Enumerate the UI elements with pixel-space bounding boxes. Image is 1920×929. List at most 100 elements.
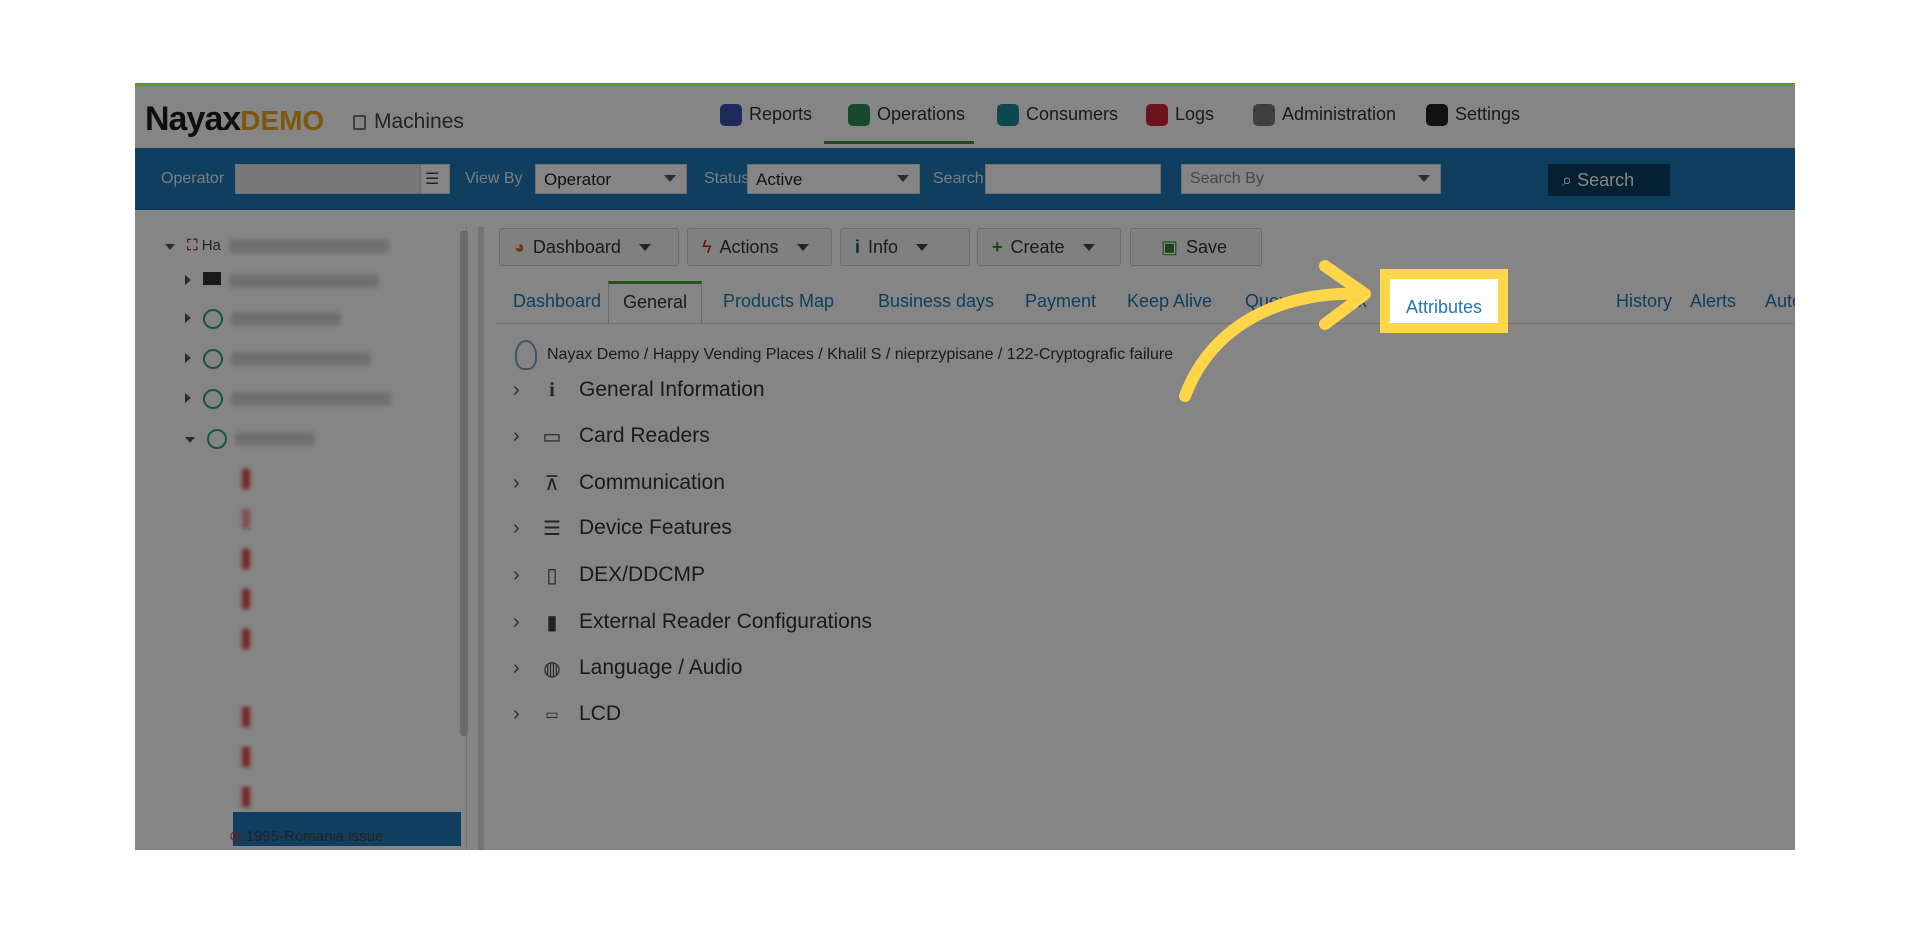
collapse-icon (165, 244, 175, 250)
general-tab-content: Nayax Demo / Happy Vending Places / Khal… (495, 323, 1795, 850)
search-input[interactable] (985, 164, 1161, 194)
section-communication[interactable]: › ⊼ Communication (513, 463, 725, 503)
operator-label: Operator (161, 170, 225, 187)
section-label: Language / Audio (579, 656, 743, 679)
actions-button-label: Actions (719, 236, 779, 257)
nayax-logo[interactable]: NayaxDEMO (145, 100, 324, 139)
search-label: Search (933, 170, 984, 187)
search-by-select[interactable]: Search By (1181, 164, 1441, 194)
machine-status-icon (242, 787, 250, 807)
section-device-features[interactable]: › ☰ Device Features (513, 508, 732, 548)
blurred-text (231, 312, 341, 326)
save-button[interactable]: ▣ Save (1130, 228, 1262, 266)
top-navigation: NayaxDEMO Machines Reports Operations Co… (135, 86, 1795, 148)
machine-status-icon (242, 509, 250, 529)
nav-logs[interactable]: Logs (1146, 104, 1214, 144)
machine-status-icon (242, 549, 250, 569)
tab-queue[interactable]: Queue (1245, 281, 1299, 323)
tab-history[interactable]: History (1616, 281, 1672, 323)
section-label: General Information (579, 378, 765, 401)
tree-item[interactable] (185, 309, 341, 333)
tree-item[interactable] (185, 389, 391, 413)
breadcrumb-text: Nayax Demo / Happy Vending Places / Khal… (547, 346, 1174, 363)
section-external-reader-configurations[interactable]: › ▮ External Reader Configurations (513, 602, 872, 642)
chevron-down-icon (1082, 243, 1095, 251)
section-label: LCD (579, 702, 622, 725)
gear-icon (1426, 104, 1448, 126)
tab-dashboard[interactable]: Dashboard (513, 281, 601, 323)
chevron-down-icon (664, 175, 676, 182)
tree-scrollbar[interactable] (460, 231, 468, 736)
nav-operations-label: Operations (877, 104, 966, 124)
search-button[interactable]: ⌕ Search (1548, 164, 1670, 196)
dashboard-button-label: Dashboard (532, 236, 621, 257)
operator-input[interactable] (235, 164, 420, 194)
alert-icon (1146, 104, 1168, 126)
save-button-label: Save (1186, 236, 1228, 257)
chevron-right-icon: › (513, 424, 520, 447)
blocked-icon: ⊘ (229, 828, 242, 845)
tree-item-label: 1995-Romania issue (245, 828, 384, 845)
lightbulb-icon (515, 340, 537, 370)
info-button[interactable]: i Info (840, 228, 970, 266)
tab-payment[interactable]: Payment (1025, 281, 1096, 323)
operator-list-button[interactable]: ☰ (420, 164, 450, 194)
info-icon: i (855, 236, 861, 257)
section-general-information[interactable]: › i General Information (513, 370, 765, 410)
blurred-text (228, 239, 389, 254)
nav-reports-label: Reports (749, 104, 813, 124)
tab-general[interactable]: General (608, 281, 703, 323)
machine-icon (353, 115, 366, 130)
nav-reports[interactable]: Reports (720, 104, 812, 144)
card-reader-icon: ▭ (542, 425, 562, 448)
section-lcd[interactable]: › ▭ LCD (513, 694, 621, 734)
sliders-icon: ☰ (543, 517, 561, 540)
antenna-icon: ⊼ (544, 472, 560, 495)
create-button[interactable]: + Create (977, 228, 1121, 266)
view-by-select[interactable]: Operator (535, 164, 687, 194)
machines-title: Machines (353, 110, 464, 134)
tree-item[interactable] (185, 429, 315, 453)
chevron-right-icon: › (513, 610, 520, 633)
expand-icon (185, 312, 191, 323)
status-label: Status (704, 170, 750, 187)
actions-button[interactable]: ϟ Actions (687, 228, 832, 266)
search-icon: ⌕ (1562, 170, 1573, 190)
lcd-icon: ▭ (545, 705, 559, 722)
tab-business-days[interactable]: Business days (878, 281, 994, 323)
collapse-icon (185, 436, 195, 443)
dashboard-button[interactable]: ◕ Dashboard (499, 228, 679, 266)
app-frame: NayaxDEMO Machines Reports Operations Co… (135, 83, 1795, 850)
nav-consumers[interactable]: Consumers (997, 104, 1118, 144)
pie-chart-icon: ◕ (514, 236, 525, 257)
status-select[interactable]: Active (747, 164, 920, 194)
nav-operations[interactable]: Operations (824, 104, 974, 144)
tab-auto-pp-cards[interactable]: Auto PP Cards (1765, 281, 1795, 323)
tree-item-romania[interactable]: ⊘ 1995-Romania issue (229, 827, 383, 850)
tab-attributes[interactable]: Attributes (1380, 269, 1509, 333)
panel-splitter[interactable] (478, 227, 484, 850)
machine-status-icon (242, 747, 250, 767)
expand-icon (185, 392, 191, 403)
nav-administration[interactable]: Administration (1253, 104, 1396, 144)
nav-settings[interactable]: Settings (1426, 104, 1520, 144)
machine-tree: ⛶ Ha ⊘ 1995-Romania issue (147, 227, 467, 850)
section-language-audio[interactable]: › ◍ Language / Audio (513, 648, 743, 688)
tab-ex[interactable]: ex (1348, 281, 1367, 323)
globe-icon: ◍ (543, 657, 561, 680)
blurred-text (231, 352, 371, 366)
section-card-readers[interactable]: › ▭ Card Readers (513, 416, 710, 456)
tree-item[interactable] (185, 272, 379, 296)
section-dex-ddcmp[interactable]: › ▯ DEX/DDCMP (513, 555, 705, 595)
tree-item[interactable] (185, 349, 371, 373)
filter-bar: Operator ☰ View By Operator Status Activ… (135, 148, 1795, 210)
tab-keep-alive[interactable]: Keep Alive (1127, 281, 1212, 323)
nav-consumers-label: Consumers (1026, 104, 1119, 124)
document-icon: ▯ (546, 564, 558, 587)
tree-root[interactable]: ⛶ Ha (165, 237, 389, 261)
chevron-right-icon: › (513, 378, 520, 401)
expand-icon (185, 275, 191, 285)
section-label: Card Readers (579, 424, 710, 447)
tab-products-map[interactable]: Products Map (723, 281, 834, 323)
tab-alerts[interactable]: Alerts (1690, 281, 1736, 323)
